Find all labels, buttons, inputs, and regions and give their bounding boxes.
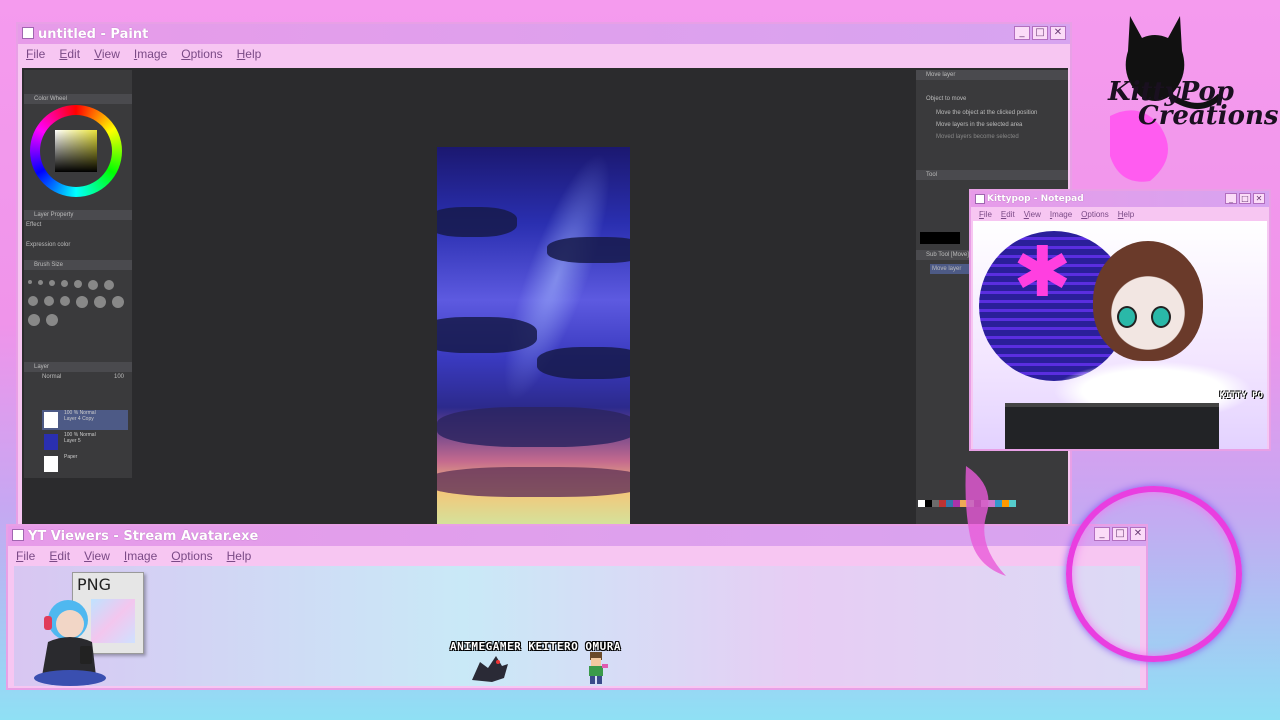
dragon-sprite-icon [472, 656, 508, 682]
logo-text: KittyPop Creations [1108, 79, 1279, 131]
avatar-desk [1005, 403, 1219, 449]
subtool-move-layer[interactable]: Move layer [930, 264, 974, 274]
menu-image[interactable]: Image [1050, 210, 1072, 219]
menu-options[interactable]: Options [171, 549, 212, 563]
layer-thumbnail [44, 434, 58, 450]
paint-menubar: File Edit View Image Options Help [18, 44, 1070, 64]
cloud-shape [437, 317, 537, 353]
close-button[interactable]: ✕ [1253, 193, 1265, 204]
menu-image[interactable]: Image [134, 47, 167, 61]
cloud-shape [547, 237, 630, 263]
avatar-eye-right [1151, 306, 1171, 328]
menu-help[interactable]: Help [227, 549, 252, 563]
menu-edit[interactable]: Edit [1001, 210, 1015, 219]
streamer-chibi-avatar [34, 600, 106, 686]
menu-help[interactable]: Help [1118, 210, 1134, 219]
neon-ring-decoration [1066, 486, 1242, 662]
expression-color-label: Expression color [26, 242, 71, 248]
maximize-button[interactable]: □ [1032, 26, 1048, 40]
paint-window: untitled - Paint _ □ ✕ File Edit View Im… [16, 22, 1072, 532]
yt-app-icon [12, 529, 24, 541]
layer-property-header: Layer Property [24, 210, 132, 220]
minimize-button[interactable]: _ [1225, 193, 1237, 204]
option-become-selected[interactable]: Moved layers become selected [936, 134, 1019, 140]
layer-header: Layer [24, 362, 132, 372]
effect-label: Effect [26, 222, 42, 228]
avatar-eye-left [1117, 306, 1137, 328]
menu-options[interactable]: Options [181, 47, 222, 61]
menu-file[interactable]: File [26, 47, 45, 61]
option-clicked-position[interactable]: Move the object at the clicked position [936, 110, 1037, 116]
paint-titlebar[interactable]: untitled - Paint _ □ ✕ [18, 24, 1070, 44]
koi-fish-decoration [965, 466, 1006, 576]
menu-options[interactable]: Options [1081, 210, 1109, 219]
opacity-value[interactable]: 100 [114, 374, 124, 380]
brush-size-grid[interactable] [28, 280, 128, 326]
menu-edit[interactable]: Edit [49, 549, 70, 563]
layer-row[interactable]: 100 % Normal Layer 4 Copy [42, 410, 128, 430]
color-swatch-black[interactable] [920, 232, 960, 244]
menu-edit[interactable]: Edit [59, 47, 80, 61]
yt-title: YT Viewers - Stream Avatar.exe [28, 528, 259, 544]
notepad-title: Kittypop - Notepad [987, 194, 1084, 204]
layer-row[interactable]: 100 % Normal Layer 5 [42, 432, 128, 452]
layer-name: Paper [64, 454, 78, 460]
notepad-app-icon [975, 194, 985, 204]
layer-thumbnail [44, 456, 58, 472]
logo-line2: Creations [1138, 101, 1279, 131]
vtuber-avatar-scene: ✱ KITTY PO [973, 221, 1267, 449]
close-button[interactable]: ✕ [1050, 26, 1066, 40]
pixel-hero-sprite-icon [589, 652, 608, 684]
layer-thumbnail [44, 412, 58, 428]
cloud-shape [437, 467, 630, 497]
menu-file[interactable]: File [16, 549, 35, 563]
avatar-head [1093, 241, 1203, 361]
artwork-canvas[interactable] [437, 147, 630, 530]
layer-row[interactable]: Paper [42, 454, 128, 474]
kittypop-notepad-window: Kittypop - Notepad _ □ ✕ File Edit View … [969, 189, 1271, 451]
blend-mode[interactable]: Normal [42, 374, 61, 380]
canvas-area[interactable]: Color Wheel Layer Property Effect Expres… [22, 68, 1068, 530]
notepad-menubar: File Edit View Image Options Help [971, 207, 1269, 221]
menu-help[interactable]: Help [237, 47, 262, 61]
cloud-shape [537, 347, 630, 379]
palm-tree-icon: ✱ [1013, 233, 1072, 311]
menu-view[interactable]: View [1024, 210, 1041, 219]
minimize-button[interactable]: _ [1014, 26, 1030, 40]
kitty-pop-tag: KITTY PO [1219, 391, 1263, 401]
menu-view[interactable]: View [94, 47, 120, 61]
layer-name: Layer 4 Copy [64, 416, 94, 422]
paint-title: untitled - Paint [38, 26, 149, 42]
menu-file[interactable]: File [979, 210, 992, 219]
menu-view[interactable]: View [84, 549, 110, 563]
color-wheel-header: Color Wheel [24, 94, 132, 104]
left-tool-panel: Color Wheel Layer Property Effect Expres… [24, 70, 132, 478]
move-layer-header: Move layer [916, 70, 1068, 80]
brush-size-header: Brush Size [24, 260, 132, 270]
cloud-shape [437, 407, 630, 447]
maximize-button[interactable]: □ [1239, 193, 1251, 204]
layer-name: Layer 5 [64, 438, 81, 444]
notepad-titlebar[interactable]: Kittypop - Notepad _ □ ✕ [971, 191, 1269, 207]
tool-header: Tool [916, 170, 1068, 180]
color-picker-square[interactable] [55, 130, 97, 172]
paint-app-icon [22, 27, 34, 39]
option-selected-area[interactable]: Move layers in the selected area [936, 122, 1022, 128]
cloud-shape [437, 207, 517, 237]
menu-image[interactable]: Image [124, 549, 157, 563]
object-to-move-label: Object to move [926, 96, 967, 102]
